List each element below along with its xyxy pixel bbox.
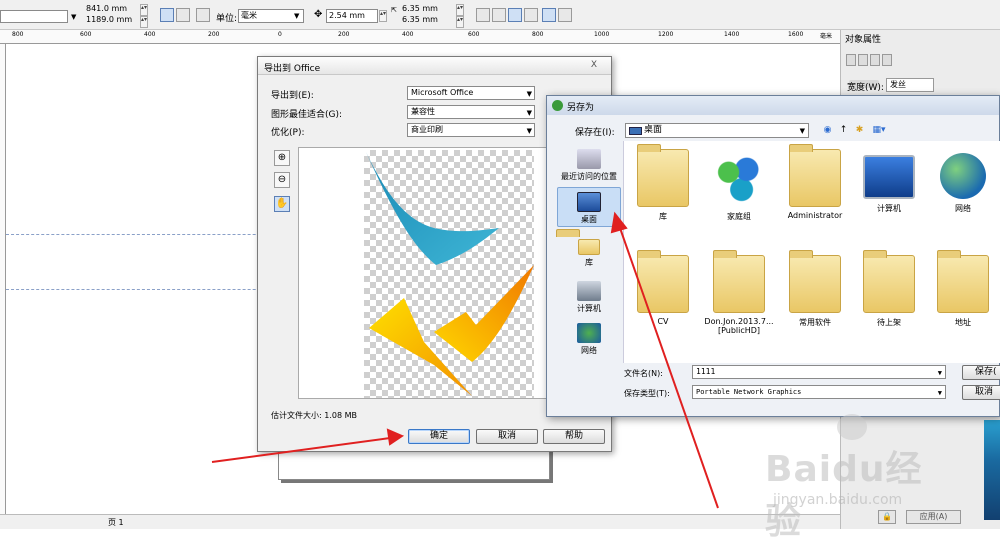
arrow-to-desktop-head <box>610 211 628 234</box>
arrow-to-ok-line <box>211 437 391 463</box>
arrow-to-desktop-line <box>619 227 719 509</box>
annotation-overlay <box>211 211 719 509</box>
arrow-to-ok-head <box>386 428 405 446</box>
